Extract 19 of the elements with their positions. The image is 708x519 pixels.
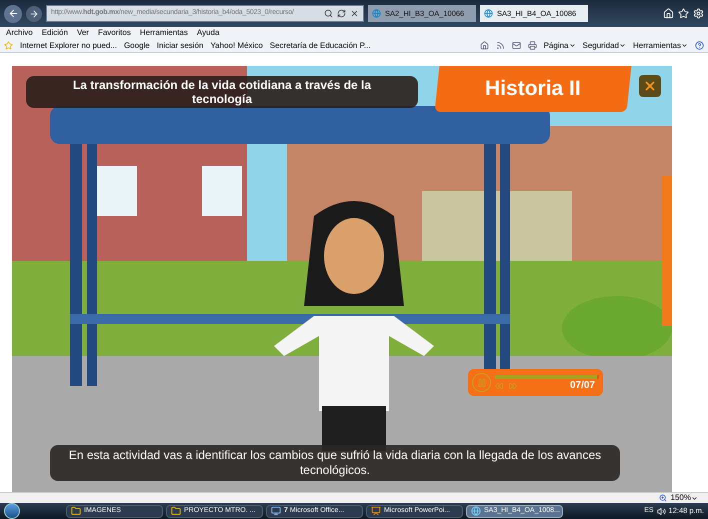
command-menu[interactable]: Página: [544, 42, 576, 50]
activity-subtitle: En esta actividad vas a identificar los cambios que sufrió la vida diaria con la llegada de los avances tecnológicos.: [50, 445, 620, 481]
favorite-link[interactable]: Iniciar sesión: [156, 42, 204, 50]
subject-banner: Historia II: [434, 66, 632, 112]
zoom-level[interactable]: 150%: [670, 494, 698, 502]
favorite-link[interactable]: Internet Explorer no pued...: [20, 42, 117, 50]
menu-item[interactable]: Ayuda: [196, 29, 220, 37]
command-menu[interactable]: Herramientas: [632, 42, 688, 50]
slide-counter: 07/07: [570, 380, 596, 390]
menu-item[interactable]: Archivo: [6, 29, 33, 37]
favorite-link[interactable]: Yahoo! México: [210, 42, 263, 50]
menu-item[interactable]: Edición: [42, 29, 68, 37]
activity-title: La transformación de la vida cotidiana a través de la tecnología: [26, 76, 418, 108]
command-menu[interactable]: Seguridad: [582, 42, 626, 50]
menu-item[interactable]: Favoritos: [98, 29, 131, 37]
favorite-link[interactable]: Secretaría de Educación P...: [270, 42, 371, 50]
favorite-link[interactable]: Google: [124, 42, 150, 50]
menu-item[interactable]: Herramientas: [140, 29, 188, 37]
menu-item[interactable]: Ver: [76, 29, 89, 37]
